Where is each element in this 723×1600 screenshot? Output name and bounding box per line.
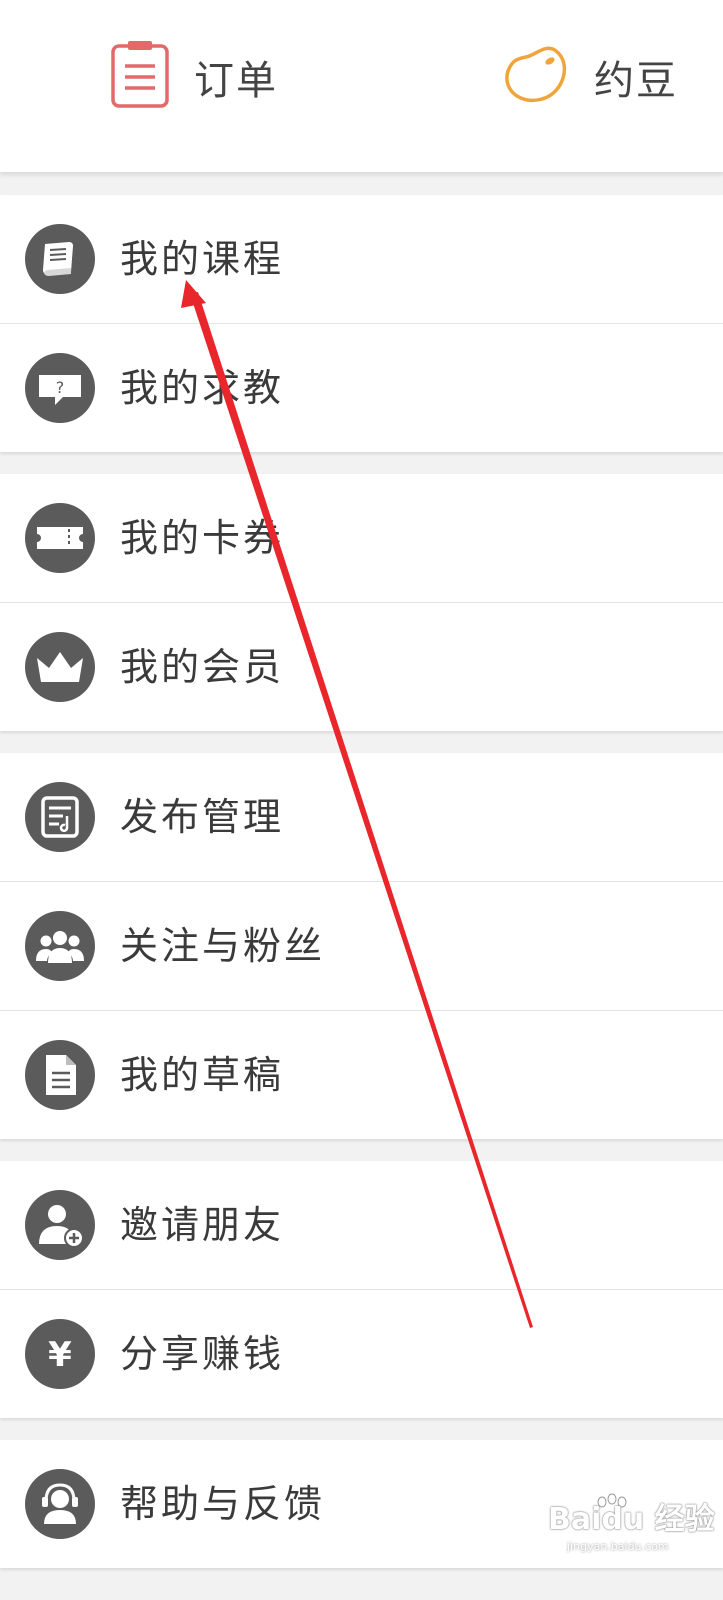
menu-item-label: 我的课程 (120, 237, 285, 281)
menu-item-label: 分享赚钱 (120, 1332, 285, 1376)
menu-item-label: 关注与粉丝 (120, 924, 326, 968)
menu-item-label: 邀请朋友 (120, 1203, 285, 1247)
menu-group-benefits: 我的卡券 我的会员 (0, 474, 723, 731)
menu-item-label: 我的卡券 (120, 516, 285, 560)
crown-icon (25, 632, 95, 702)
menu-item-label: 帮助与反馈 (120, 1482, 326, 1526)
ticket-icon (25, 503, 95, 573)
menu-item-my-questions[interactable]: ? 我的求教 (0, 323, 723, 452)
menu-group-courses: 我的课程 ? 我的求教 (0, 195, 723, 452)
orders-button[interactable]: 订单 (110, 40, 278, 114)
menu-item-label: 我的草稿 (120, 1053, 285, 1097)
menu-item-invite-friends[interactable]: 邀请朋友 (0, 1161, 723, 1289)
bean-icon (500, 43, 570, 111)
top-shortcut-bar: 订单 约豆 (0, 0, 723, 172)
menu-item-publish-management[interactable]: 发布管理 (0, 753, 723, 881)
book-icon (25, 224, 95, 294)
menu-item-my-coupons[interactable]: 我的卡券 (0, 474, 723, 602)
yuan-icon: ¥ (25, 1319, 95, 1389)
menu-item-my-courses[interactable]: 我的课程 (0, 195, 723, 323)
user-add-icon (25, 1190, 95, 1260)
menu-item-label: 我的求教 (120, 366, 285, 410)
headset-support-icon (25, 1469, 95, 1539)
menu-item-label: 我的会员 (120, 645, 285, 689)
menu-group-social: 邀请朋友 ¥ 分享赚钱 (0, 1161, 723, 1418)
watermark-url: jingyan.baidu.com (567, 1540, 669, 1553)
draft-file-icon (25, 1040, 95, 1110)
menu-item-share-earn[interactable]: ¥ 分享赚钱 (0, 1289, 723, 1418)
svg-text:?: ? (56, 378, 65, 397)
menu-item-follow-fans[interactable]: 关注与粉丝 (0, 881, 723, 1010)
orders-label: 订单 (194, 58, 278, 104)
menu-group-content: 发布管理 关注与粉丝 我的草稿 (0, 753, 723, 1139)
clipboard-list-icon (110, 40, 170, 114)
menu-item-my-membership[interactable]: 我的会员 (0, 602, 723, 731)
people-group-icon (25, 911, 95, 981)
watermark-brand: Baidu 经验 (548, 1502, 715, 1537)
menu-item-my-drafts[interactable]: 我的草稿 (0, 1010, 723, 1139)
beans-label: 约豆 (594, 58, 678, 104)
menu-item-label: 发布管理 (120, 795, 285, 839)
publish-document-icon (25, 782, 95, 852)
svg-text:¥: ¥ (48, 1335, 72, 1375)
question-bubble-icon: ? (25, 353, 95, 423)
beans-button[interactable]: 约豆 (500, 42, 678, 112)
